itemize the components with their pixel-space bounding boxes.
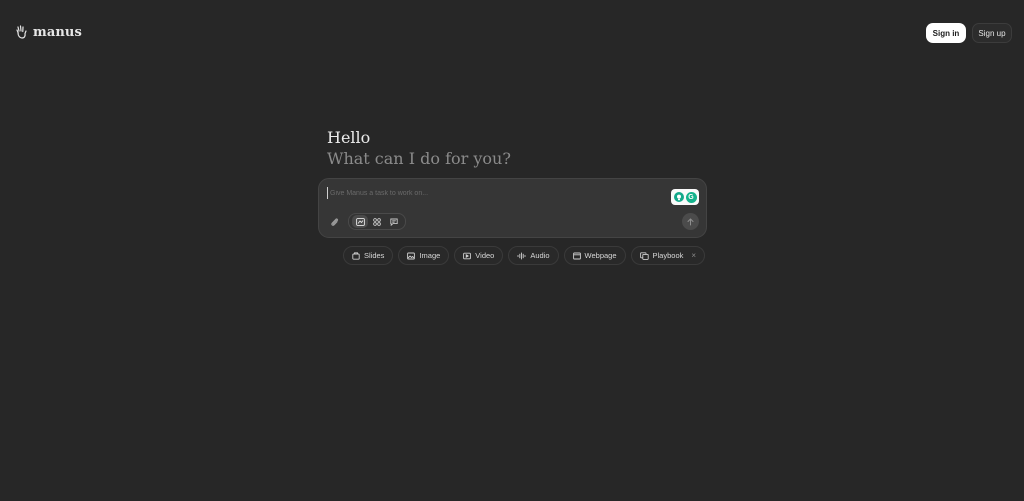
webpage-icon [572,252,581,259]
chip-video[interactable]: Video [454,246,504,265]
video-icon [463,252,472,259]
greeting-subtitle: What can I do for you? [327,149,511,168]
playbook-icon [639,251,649,260]
agent-mode-icon[interactable] [352,215,369,228]
lightbulb-icon [673,192,684,202]
chip-audio[interactable]: Audio [508,246,559,265]
audio-icon [517,252,526,259]
grammar-extension-badge[interactable]: G [671,189,699,205]
grid-mode-icon[interactable] [369,215,385,228]
grammar-g-icon: G [685,191,697,203]
quick-action-chips: Slides Image Video Audio Webpage Playboo… [343,246,706,265]
greeting-title: Hello [327,128,371,147]
chat-mode-icon[interactable] [386,215,402,228]
task-input[interactable] [327,187,657,199]
chip-label: Image [419,251,441,260]
chip-label: Playbook [652,251,684,260]
chip-webpage[interactable]: Webpage [563,246,626,265]
close-icon[interactable]: × [691,251,696,260]
paperclip-icon[interactable] [328,216,340,228]
chip-playbook[interactable]: Playbook × [630,246,706,265]
arrow-up-icon [687,217,694,225]
brand-name: manus [33,24,82,40]
slides-icon [352,251,360,260]
task-composer: G [318,178,707,238]
chip-label: Video [475,251,495,260]
image-icon [407,252,416,259]
sign-in-button[interactable]: Sign in [926,23,966,43]
chip-label: Slides [364,251,385,260]
brand-logo[interactable]: manus [14,24,82,40]
chip-label: Webpage [584,251,617,260]
mode-selector [348,213,406,230]
chip-slides[interactable]: Slides [343,246,394,265]
auth-buttons: Sign in Sign up [926,23,1012,43]
chip-image[interactable]: Image [398,246,450,265]
hero-greeting: Hello What can I do for you? [327,128,511,170]
send-button[interactable] [682,213,699,230]
chip-label: Audio [530,251,550,260]
sign-up-button[interactable]: Sign up [972,23,1012,43]
manus-hand-icon [16,25,27,39]
